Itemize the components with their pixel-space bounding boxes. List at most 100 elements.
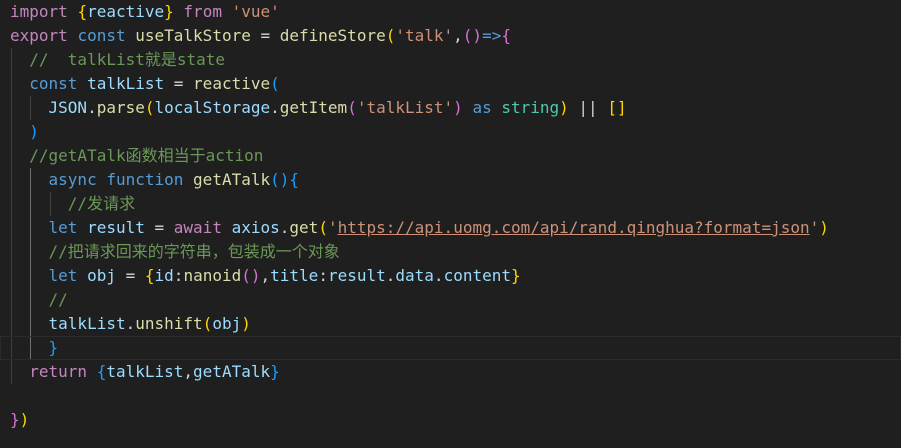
code-token: =: [115, 266, 145, 285]
code-line[interactable]: return {talkList,getATalk}: [0, 360, 901, 384]
code-token: defineStore: [279, 26, 386, 45]
code-line[interactable]: let obj = {id:nanoid(),title:result.data…: [0, 264, 901, 288]
code-token: ,: [260, 266, 271, 285]
code-token: ,: [453, 26, 463, 45]
code-editor[interactable]: import {reactive} from 'vue' export const…: [0, 0, 901, 448]
code-token: ): [559, 98, 569, 117]
code-line[interactable]: JSON.parse(localStorage.getItem('talkLis…: [0, 96, 901, 120]
code-line[interactable]: //发请求: [0, 192, 901, 216]
code-token: let: [48, 218, 78, 237]
code-token: async: [48, 170, 97, 189]
code-token: //: [10, 290, 68, 309]
code-line-text: talkList.unshift(obj): [10, 312, 251, 336]
code-token: id: [154, 266, 174, 285]
code-line[interactable]: export const useTalkStore = defineStore(…: [0, 24, 901, 48]
code-token: =>: [482, 26, 502, 45]
code-line-text: //getATalk函数相当于action: [10, 144, 263, 168]
code-token: }: [48, 338, 59, 357]
code-line-text: //: [10, 288, 68, 312]
code-token: let: [48, 266, 78, 285]
code-line-text: }: [10, 336, 59, 360]
code-token: unshift: [135, 314, 203, 333]
code-token: {: [144, 266, 155, 285]
code-token: import: [10, 2, 68, 21]
code-line[interactable]: ): [0, 120, 901, 144]
code-token: string: [501, 98, 560, 117]
code-token: []: [607, 98, 627, 117]
code-token: axios: [231, 218, 280, 237]
code-token: :: [318, 266, 328, 285]
code-token: ): [819, 218, 829, 237]
code-token: .: [87, 98, 97, 117]
code-token: talkList: [87, 74, 165, 93]
code-line[interactable]: talkList.unshift(obj): [0, 312, 901, 336]
code-token: 'talkList': [356, 98, 454, 117]
code-line[interactable]: //getATalk函数相当于action: [0, 144, 901, 168]
code-token: (: [347, 98, 357, 117]
code-token: ): [19, 410, 30, 429]
code-token: ': [809, 218, 820, 237]
code-token: from: [183, 2, 222, 21]
code-token: //getATalk函数相当于action: [10, 146, 264, 165]
code-token: const: [77, 26, 126, 45]
code-line[interactable]: async function getATalk(){: [0, 168, 901, 192]
code-token: 'vue': [231, 2, 280, 21]
code-line[interactable]: }: [0, 336, 901, 360]
code-line-text: let result = await axios.get('https://ap…: [10, 216, 829, 240]
code-token: obj: [212, 314, 242, 333]
code-token: https://api.uomg.com/api/rand.qinghua?fo…: [337, 218, 810, 237]
code-line[interactable]: import {reactive} from 'vue': [0, 0, 901, 24]
code-token: =: [250, 26, 280, 45]
code-line[interactable]: // talkList就是state: [0, 48, 901, 72]
code-token: (: [385, 26, 396, 45]
code-line[interactable]: //把请求回来的字符串，包装成一个对象: [0, 240, 901, 264]
code-line-text: const talkList = reactive(: [10, 72, 280, 96]
code-token: .: [433, 266, 444, 285]
code-line-text: async function getATalk(){: [10, 168, 299, 192]
code-token: (: [318, 218, 328, 237]
code-line-text: JSON.parse(localStorage.getItem('talkLis…: [10, 96, 627, 120]
code-line-text: let obj = {id:nanoid(),title:result.data…: [10, 264, 521, 288]
code-line[interactable]: let result = await axios.get('https://ap…: [0, 216, 901, 240]
code-token: as: [472, 98, 492, 117]
code-token: useTalkStore: [135, 26, 251, 45]
code-token: export: [10, 26, 68, 45]
code-token: get: [289, 218, 319, 237]
code-line-text: import {reactive} from 'vue': [10, 0, 280, 24]
code-line[interactable]: const talkList = reactive(: [0, 72, 901, 96]
code-token: (: [270, 74, 280, 93]
code-line[interactable]: //: [0, 288, 901, 312]
code-line-text: return {talkList,getATalk}: [10, 360, 279, 384]
code-line[interactable]: [0, 384, 901, 408]
code-line-text: ): [10, 120, 39, 144]
code-token: const: [29, 74, 78, 93]
code-token: talkList: [48, 314, 126, 333]
code-token: ,: [183, 362, 194, 381]
code-token: :: [173, 266, 184, 285]
code-line-text: }): [10, 408, 29, 432]
code-token: ): [29, 122, 39, 141]
code-token: result: [327, 266, 386, 285]
code-token: title: [270, 266, 319, 285]
code-token: // talkList就是state: [10, 50, 226, 69]
code-token: .: [279, 218, 290, 237]
code-line[interactable]: }): [0, 408, 901, 432]
code-token: //把请求回来的字符串，包装成一个对象: [10, 242, 340, 261]
code-token: .: [270, 98, 280, 117]
code-token: (: [144, 98, 155, 117]
